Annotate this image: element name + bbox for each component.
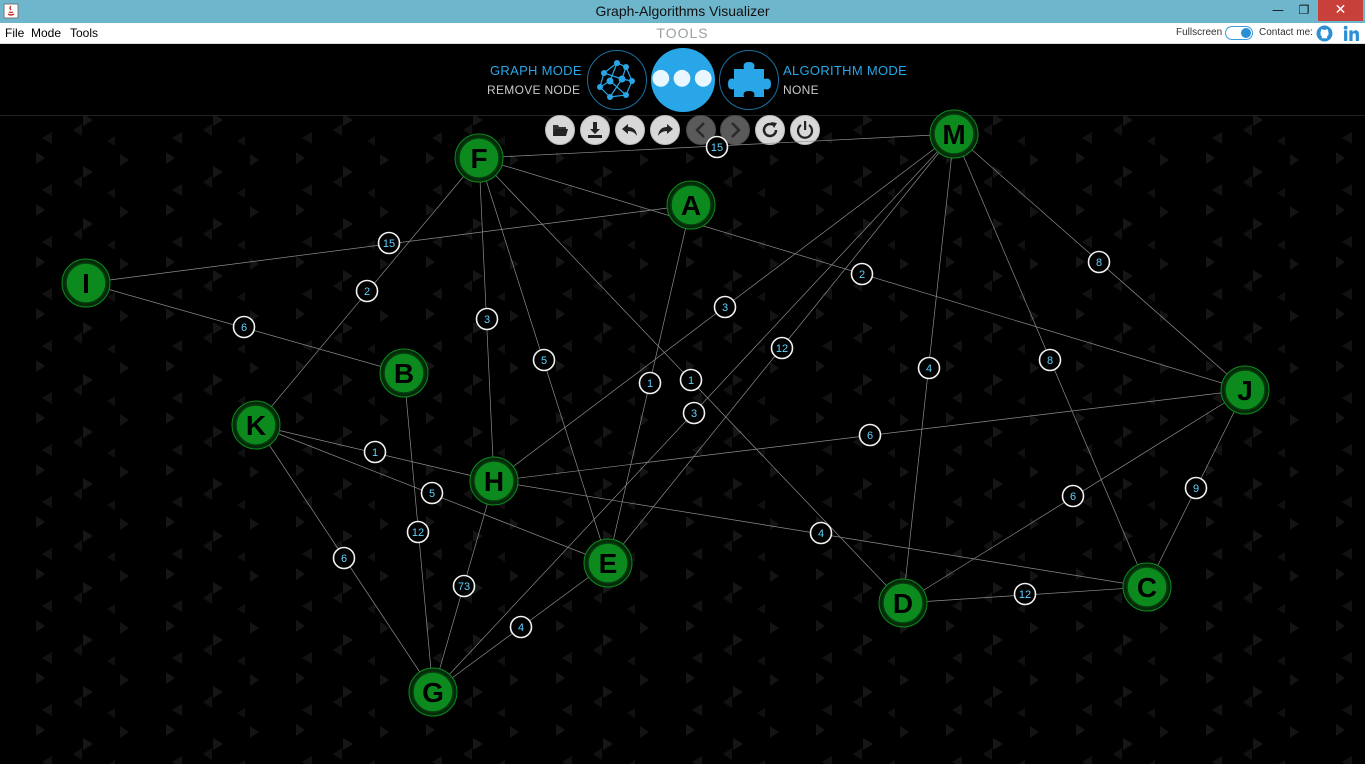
edge-weight-H-G[interactable]: 73 xyxy=(452,574,476,598)
edge-weight-label: 2 xyxy=(364,286,370,298)
edge-weight-label: 12 xyxy=(776,343,788,355)
edge-weight-label: 12 xyxy=(1019,589,1031,601)
edge-weight-M-G[interactable]: 3 xyxy=(682,401,706,425)
edge-weight-K-G[interactable]: 6 xyxy=(332,546,356,570)
edge-weight-A-E[interactable]: 1 xyxy=(638,371,662,395)
edge-weight-label: 3 xyxy=(722,302,728,314)
nodes-layer: F A M I B K H E G D C J xyxy=(61,109,1270,717)
graph-drawing[interactable]: FAMIBKHEGDCJ 151526351213123488156127364… xyxy=(0,0,1365,764)
node-label: I xyxy=(82,268,90,299)
edge-weight-label: 3 xyxy=(484,314,490,326)
node-A[interactable]: A xyxy=(666,180,716,230)
edge-weight-F-M[interactable]: 15 xyxy=(705,135,729,159)
node-J[interactable]: J xyxy=(1220,365,1270,415)
edge-weight-label: 8 xyxy=(1096,257,1102,269)
edge-weight-label: 6 xyxy=(867,430,873,442)
edge-weight-label: 1 xyxy=(688,375,694,387)
edge-weight-H-C[interactable]: 4 xyxy=(809,521,833,545)
node-D[interactable]: D xyxy=(878,578,928,628)
edge-weight-I-A[interactable]: 15 xyxy=(377,231,401,255)
edge-weight-K-E[interactable]: 5 xyxy=(420,481,444,505)
edge-weight-label: 15 xyxy=(383,238,395,250)
edge-weight-I-B[interactable]: 6 xyxy=(232,315,256,339)
edge-weight-D-C[interactable]: 12 xyxy=(1013,582,1037,606)
node-label: C xyxy=(1137,572,1157,603)
edge-weight-F-H[interactable]: 3 xyxy=(475,307,499,331)
weights-layer: 15152635121312348815612736446129 xyxy=(232,135,1208,639)
edge-weight-M-D[interactable]: 4 xyxy=(917,356,941,380)
edge-weight-label: 12 xyxy=(412,527,424,539)
edge-weight-M-E[interactable]: 12 xyxy=(770,336,794,360)
edge-weight-label: 6 xyxy=(341,553,347,565)
node-label: K xyxy=(246,410,266,441)
edge-weight-F-E[interactable]: 5 xyxy=(532,348,556,372)
node-G[interactable]: G xyxy=(408,667,458,717)
edge-weight-label: 3 xyxy=(691,408,697,420)
edge-weight-F-D[interactable]: 1 xyxy=(679,368,703,392)
edge-weight-M-C[interactable]: 8 xyxy=(1038,348,1062,372)
node-E[interactable]: E xyxy=(583,538,633,588)
edge-weight-M-J[interactable]: 8 xyxy=(1087,250,1111,274)
node-label: B xyxy=(394,358,414,389)
edge-weight-C-J[interactable]: 9 xyxy=(1184,476,1208,500)
node-label: J xyxy=(1237,375,1253,406)
edge-weight-D-J[interactable]: 6 xyxy=(1061,484,1085,508)
node-label: G xyxy=(422,677,444,708)
node-label: F xyxy=(470,143,487,174)
node-H[interactable]: H xyxy=(469,456,519,506)
edge-weight-label: 5 xyxy=(429,488,435,500)
edge-weight-label: 4 xyxy=(518,622,524,634)
edge-weight-label: 8 xyxy=(1047,355,1053,367)
edge-weight-B-G[interactable]: 12 xyxy=(406,520,430,544)
edge-weight-label: 1 xyxy=(372,447,378,459)
edge-weight-label: 73 xyxy=(458,581,470,593)
edge-weight-E-G[interactable]: 4 xyxy=(509,615,533,639)
edge-weight-label: 2 xyxy=(859,269,865,281)
edge-weight-K-H[interactable]: 1 xyxy=(363,440,387,464)
node-label: D xyxy=(893,588,913,619)
edge-weight-label: 6 xyxy=(1070,491,1076,503)
node-label: E xyxy=(599,548,618,579)
node-label: H xyxy=(484,466,504,497)
edge-weight-label: 1 xyxy=(647,378,653,390)
edge-weight-H-J[interactable]: 6 xyxy=(858,423,882,447)
edge-weight-label: 6 xyxy=(241,322,247,334)
edge-weight-label: 4 xyxy=(818,528,824,540)
edge-weight-F-J[interactable]: 2 xyxy=(850,262,874,286)
edge-weight-label: 15 xyxy=(711,142,723,154)
node-B[interactable]: B xyxy=(379,348,429,398)
edge-weight-label: 4 xyxy=(926,363,932,375)
edge-weight-label: 9 xyxy=(1193,483,1199,495)
node-label: A xyxy=(681,190,701,221)
node-C[interactable]: C xyxy=(1122,562,1172,612)
edge-weight-F-K[interactable]: 2 xyxy=(355,279,379,303)
node-label: M xyxy=(942,119,965,150)
edge-weight-label: 5 xyxy=(541,355,547,367)
edge-weight-M-H[interactable]: 3 xyxy=(713,295,737,319)
node-I[interactable]: I xyxy=(61,258,111,308)
node-M[interactable]: M xyxy=(929,109,979,159)
node-F[interactable]: F xyxy=(454,133,504,183)
node-K[interactable]: K xyxy=(231,400,281,450)
